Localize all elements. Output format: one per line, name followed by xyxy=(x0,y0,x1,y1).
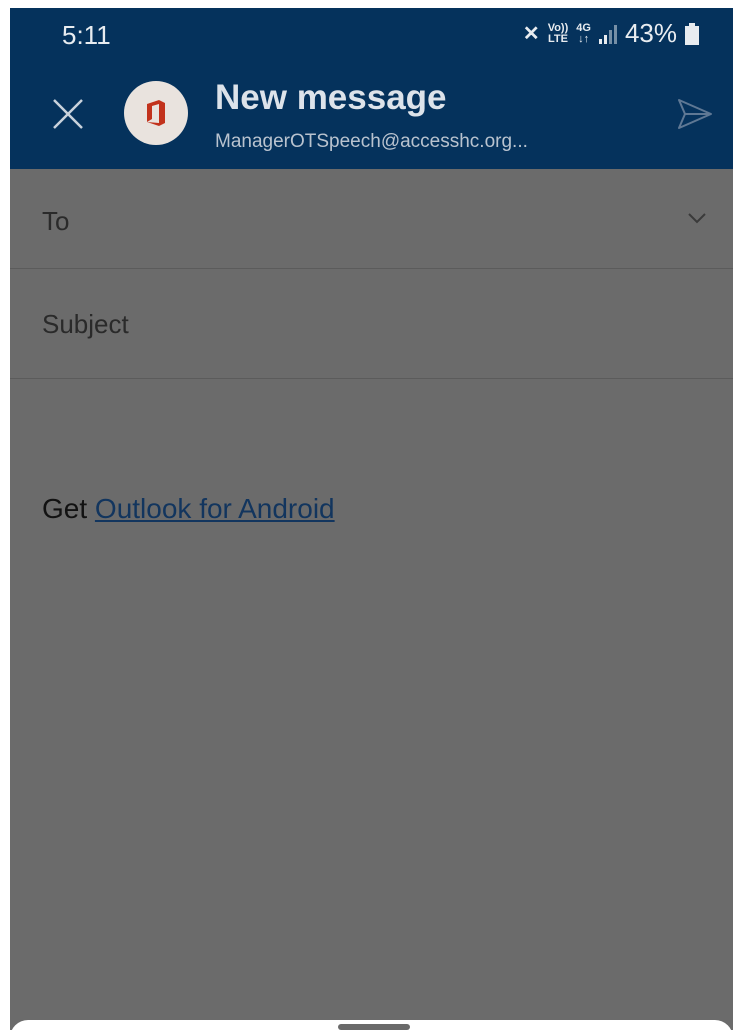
office-logo-icon xyxy=(147,100,165,126)
network-arrows: ↓↑ xyxy=(578,32,590,45)
bottom-sheet[interactable] xyxy=(10,1020,733,1030)
status-time: 5:11 xyxy=(62,20,111,50)
status-icons: ✕ Vo)) LTE 4G ↓↑ 43% xyxy=(523,18,699,49)
network-indicator: 4G ↓↑ xyxy=(576,22,591,45)
outlook-for-android-link[interactable]: Outlook for Android xyxy=(95,493,335,524)
volte-indicator: Vo)) LTE xyxy=(547,22,569,45)
vibrate-mute-icon: ✕ xyxy=(522,23,540,45)
send-icon[interactable] xyxy=(675,94,715,134)
close-icon[interactable] xyxy=(48,94,88,134)
sheet-drag-handle[interactable] xyxy=(338,1024,410,1030)
subject-field[interactable]: Subject xyxy=(10,269,733,379)
account-avatar[interactable] xyxy=(124,81,188,145)
chevron-down-icon[interactable] xyxy=(687,211,707,225)
signal-icon xyxy=(598,24,617,44)
page-title: New message xyxy=(215,78,447,117)
signature-prefix: Get xyxy=(42,493,95,524)
message-body[interactable]: Get Outlook for Android xyxy=(42,493,335,525)
subject-label: Subject xyxy=(42,309,129,339)
to-label: To xyxy=(42,206,70,236)
to-field[interactable]: To xyxy=(10,169,733,269)
battery-percent: 43% xyxy=(624,18,677,48)
battery-icon xyxy=(685,22,699,45)
app-header: 5:11 ✕ Vo)) LTE 4G ↓↑ 43% New message Ma… xyxy=(10,8,733,169)
account-email: ManagerOTSpeech@accesshc.org... xyxy=(215,131,528,152)
screen: 5:11 ✕ Vo)) LTE 4G ↓↑ 43% New message Ma… xyxy=(10,8,733,1030)
volte-bottom: LTE xyxy=(547,32,568,45)
